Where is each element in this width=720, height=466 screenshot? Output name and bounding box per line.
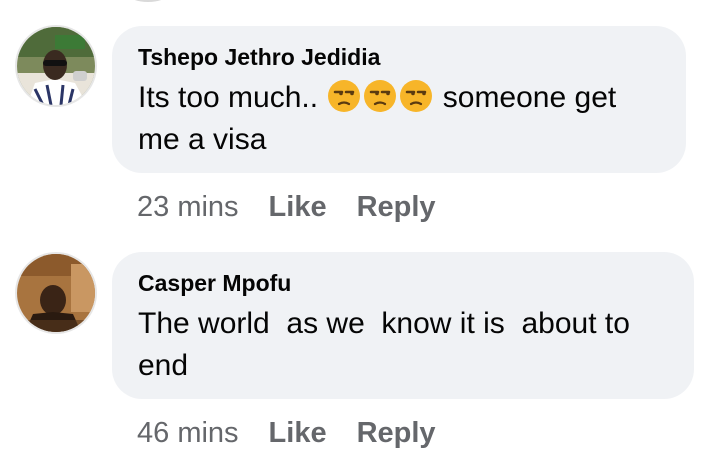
unamused-face-icon [364,80,397,112]
avatar-photo [17,27,95,105]
comment-bubble: Tshepo Jethro Jedidia Its too much.. som… [112,26,686,173]
reply-button[interactable]: Reply [357,190,436,224]
comment-text: Its too much.. someone get [138,77,660,119]
avatar[interactable] [17,27,95,105]
unamused-face-icon [328,80,361,112]
unamused-face-icon [400,80,433,112]
comment-timestamp[interactable]: 23 mins [137,190,239,224]
comment-text-part: Its too much.. [138,81,327,114]
comment-author[interactable]: Casper Mpofu [138,269,668,297]
reply-button[interactable]: Reply [357,416,436,450]
comment-bubble: Casper Mpofu The world as we know it is … [112,252,694,399]
comment-text-line: end [138,349,189,382]
comment-timestamp[interactable]: 46 mins [137,416,239,450]
avatar[interactable] [17,254,95,332]
like-button[interactable]: Like [269,416,327,450]
like-button[interactable]: Like [269,190,327,224]
avatar-photo [17,254,95,332]
comment-actions: 46 mins Like Reply [137,416,466,450]
previous-item-remnant [128,0,168,2]
comment-text-line: me a visa [138,123,267,156]
comment-actions: 23 mins Like Reply [137,190,466,224]
comment-text-line: The world as we know it is about to [138,307,630,340]
comment-text-part: someone get [434,81,617,114]
comment-author[interactable]: Tshepo Jethro Jedidia [138,43,660,71]
